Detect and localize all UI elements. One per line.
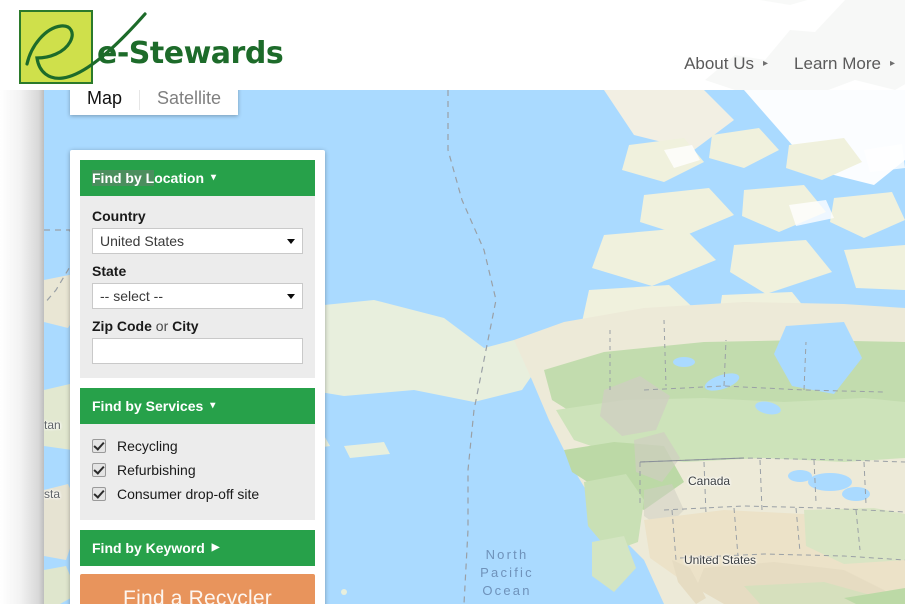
chevron-down-icon: ▾ — [210, 400, 216, 411]
find-by-services-body: Recycling Refurbishing Consumer drop-off… — [80, 424, 315, 520]
chevron-down-icon — [287, 239, 295, 244]
map-type-control[interactable]: Map Satellite — [70, 90, 239, 115]
state-select[interactable]: -- select -- — [92, 283, 303, 309]
checkbox-recycling[interactable] — [92, 439, 106, 453]
map-tab-map-label: Map — [87, 90, 123, 108]
checkbox-refurbishing[interactable] — [92, 463, 106, 477]
service-row-refurbishing[interactable]: Refurbishing — [92, 458, 303, 482]
nav-item-learn-more[interactable]: Learn More ▸ — [794, 54, 895, 74]
service-label-recycling: Recycling — [117, 438, 178, 454]
map-tab-satellite-label: Satellite — [157, 90, 222, 108]
service-row-recycling[interactable]: Recycling — [92, 434, 303, 458]
main-navigation: About Us ▸ Learn More ▸ — [684, 54, 895, 74]
checkbox-consumer-drop-off[interactable] — [92, 487, 106, 501]
find-by-keyword-title: Find by Keyword — [92, 540, 205, 556]
recycler-search-panel: Find by Location ▾ Country United States… — [70, 150, 325, 604]
country-select-value: United States — [100, 233, 185, 249]
chevron-right-icon: ▸ — [889, 58, 895, 69]
site-header: e-Stewards About Us ▸ Learn More ▸ — [0, 0, 905, 90]
country-label: Country — [92, 208, 146, 224]
accordion-header-find-by-services[interactable]: Find by Services ▾ — [80, 388, 315, 424]
zip-or-connector: or — [151, 318, 173, 334]
find-by-location-title: Find by Location — [92, 170, 204, 186]
city-label: City — [172, 318, 199, 334]
page-root: e-Stewards About Us ▸ Learn More ▸ Canad… — [0, 0, 905, 604]
zip-or-city-input[interactable] — [92, 338, 303, 364]
find-a-recycler-button[interactable]: Find a Recycler — [80, 574, 315, 604]
country-select[interactable]: United States — [92, 228, 303, 254]
chevron-down-icon — [287, 294, 295, 299]
zip-or-city-label: Zip Code or City — [92, 318, 303, 334]
map-viewport[interactable]: Canada United States Mexico Venezuela No… — [0, 90, 905, 604]
zip-code-label: Zip Code — [92, 318, 152, 334]
nav-item-about-us[interactable]: About Us ▸ — [684, 54, 768, 74]
chevron-right-icon: ▸ — [763, 58, 769, 69]
page-left-gutter — [0, 90, 44, 604]
service-row-consumer-drop-off[interactable]: Consumer drop-off site — [92, 482, 303, 506]
chevron-right-icon: ▶ — [211, 542, 220, 553]
service-label-consumer-drop-off: Consumer drop-off site — [117, 486, 260, 502]
brand-name: e-Stewards — [97, 36, 284, 71]
state-select-value: -- select -- — [100, 288, 163, 304]
nav-label-learn-more: Learn More — [794, 54, 881, 73]
service-label-refurbishing: Refurbishing — [117, 462, 196, 478]
map-tab-map[interactable]: Map — [70, 90, 140, 115]
accordion-header-find-by-keyword[interactable]: Find by Keyword ▶ — [80, 530, 315, 566]
find-by-services-title: Find by Services — [92, 398, 204, 414]
accordion-header-find-by-location[interactable]: Find by Location ▾ — [80, 160, 315, 196]
nav-label-about-us: About Us — [684, 54, 754, 73]
chevron-down-icon: ▾ — [211, 172, 217, 183]
header-map-watermark — [705, 0, 905, 90]
find-by-location-body: Country United States State -- select --… — [80, 196, 315, 378]
state-label: State — [92, 263, 127, 279]
text-selection-highlight: Find by L — [92, 170, 155, 186]
logo-green-square — [19, 10, 93, 84]
map-tab-satellite[interactable]: Satellite — [140, 90, 239, 115]
find-by-location-title-rest: ocation — [154, 170, 204, 186]
site-logo[interactable]: e-Stewards — [19, 6, 284, 84]
